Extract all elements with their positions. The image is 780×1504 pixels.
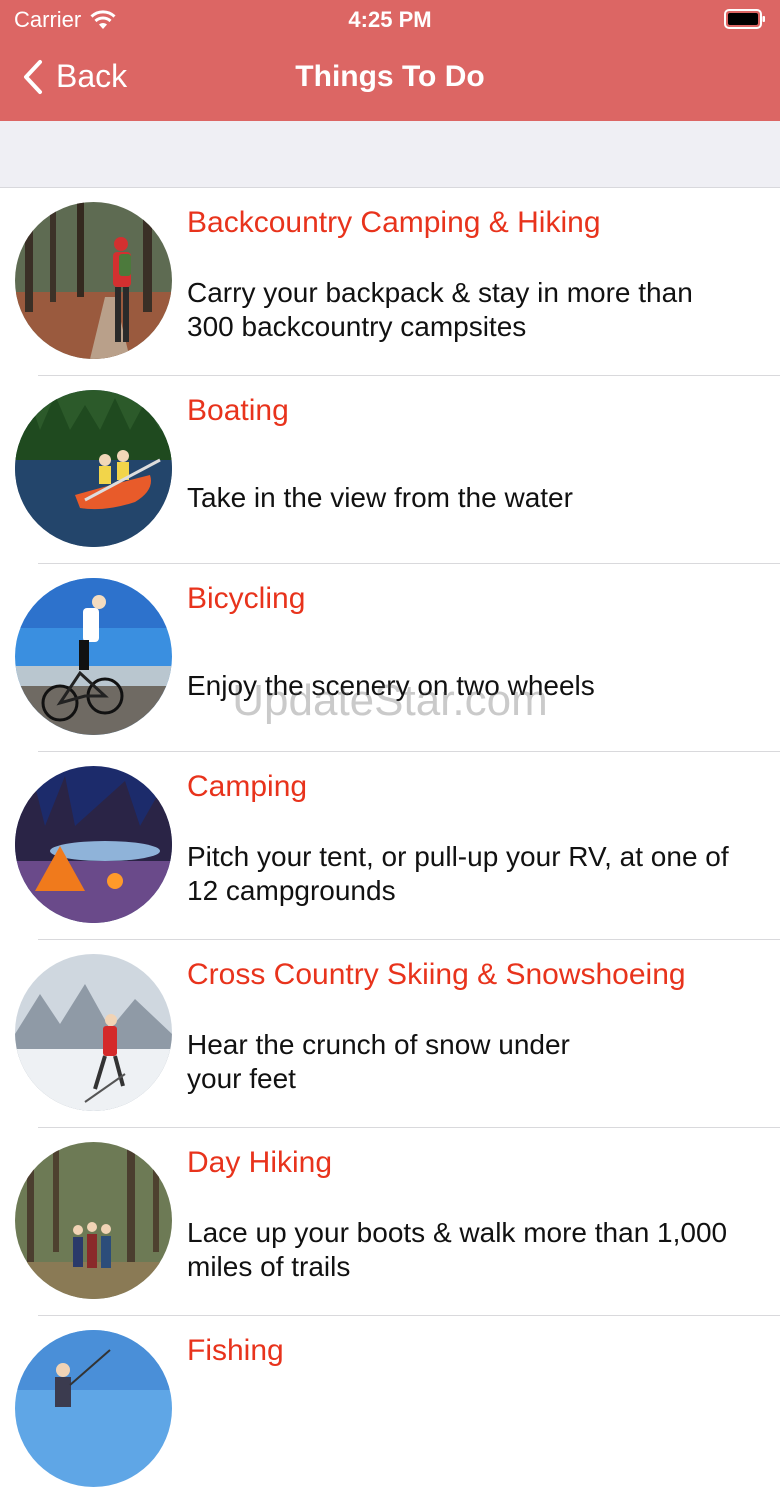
list-item-fishing[interactable]: Fishing bbox=[0, 1316, 780, 1504]
item-title: Boating bbox=[187, 394, 289, 427]
item-description: Hear the crunch of snow under your feet bbox=[187, 1029, 570, 1094]
skiing-photo bbox=[15, 954, 172, 1111]
backcountry-hiking-photo bbox=[15, 202, 172, 359]
day-hiking-photo bbox=[15, 1142, 172, 1299]
list-item-bicycling[interactable]: Bicycling Enjoy the scenery on two wheel… bbox=[0, 564, 780, 752]
fishing-photo bbox=[15, 1330, 172, 1487]
item-title: Camping bbox=[187, 770, 308, 803]
battery-icon bbox=[724, 9, 765, 29]
item-description: Pitch your tent, or pull-up your RV, at … bbox=[187, 841, 729, 906]
status-time: 4:25 PM bbox=[348, 7, 432, 32]
camping-photo bbox=[15, 766, 172, 923]
bicycling-photo bbox=[15, 578, 172, 735]
item-title: Day Hiking bbox=[187, 1146, 333, 1179]
item-title: Backcountry Camping & Hiking bbox=[187, 206, 601, 239]
item-description: Carry your backpack & stay in more than … bbox=[187, 277, 693, 342]
page-title: Things To Do bbox=[295, 60, 485, 93]
list-item-day-hiking[interactable]: Day Hiking Lace up your boots & walk mor… bbox=[0, 1128, 780, 1316]
activity-list: Backcountry Camping & Hiking Carry your … bbox=[0, 188, 780, 1504]
list-item-backcountry-camping[interactable]: Backcountry Camping & Hiking Carry your … bbox=[0, 188, 780, 376]
list-item-cross-country-skiing[interactable]: Cross Country Skiing & Snowshoeing Hear … bbox=[0, 940, 780, 1128]
item-description: Lace up your boots & walk more than 1,00… bbox=[187, 1217, 728, 1282]
item-title: Cross Country Skiing & Snowshoeing bbox=[187, 958, 686, 991]
item-title: Fishing bbox=[187, 1334, 284, 1367]
table-header-spacer bbox=[0, 121, 780, 188]
item-title: Bicycling bbox=[187, 582, 306, 615]
boating-photo bbox=[15, 390, 172, 547]
list-item-boating[interactable]: Boating Take in the view from the water bbox=[0, 376, 780, 564]
item-description: Take in the view from the water bbox=[187, 482, 573, 513]
item-description: Enjoy the scenery on two wheels bbox=[187, 670, 595, 701]
list-item-camping[interactable]: Camping Pitch your tent, or pull-up your… bbox=[0, 752, 780, 940]
navigation-bar: Carrier 4:25 PM Back Things To Do bbox=[0, 0, 780, 121]
